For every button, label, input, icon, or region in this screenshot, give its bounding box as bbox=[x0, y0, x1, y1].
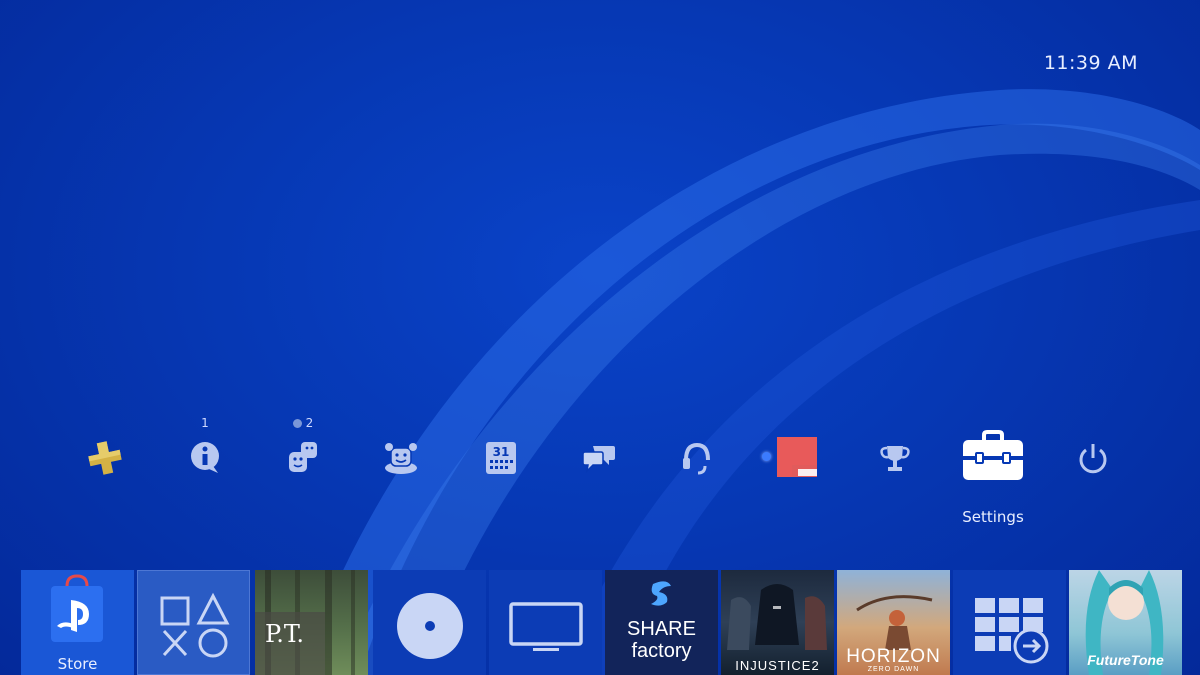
function-item-profile[interactable] bbox=[760, 410, 830, 510]
settings-label: Settings bbox=[962, 508, 1024, 526]
function-bar: 1 2 31 Settings bbox=[0, 410, 1200, 530]
horizon-subtitle: ZERO DAWN bbox=[867, 666, 920, 673]
share-factory-title-1: SHARE bbox=[627, 618, 696, 640]
messages-icon bbox=[582, 446, 615, 474]
clock: 11:39 AM bbox=[1043, 52, 1138, 74]
tv-icon bbox=[509, 602, 583, 651]
function-item-power[interactable] bbox=[1058, 410, 1128, 510]
calendar-icon: 31 bbox=[486, 442, 516, 474]
tile-library[interactable] bbox=[137, 570, 250, 675]
injustice-title: INJUSTICE2 bbox=[735, 658, 820, 673]
pt-title: P.T. bbox=[265, 620, 305, 648]
tile-share-factory[interactable]: SHARE factory bbox=[605, 570, 718, 675]
tile-disc[interactable] bbox=[373, 570, 486, 675]
tile-tv-video[interactable] bbox=[489, 570, 602, 675]
trophy-icon bbox=[880, 446, 910, 471]
tile-miku[interactable]: FutureTone bbox=[1069, 570, 1182, 675]
disc-icon bbox=[397, 593, 463, 659]
calendar-day-label: 31 bbox=[493, 445, 510, 459]
function-item-notifications[interactable]: 1 bbox=[170, 410, 240, 510]
function-item-friends[interactable]: 2 bbox=[268, 410, 338, 510]
toolbox-icon bbox=[963, 430, 1023, 480]
ps-shapes-icon bbox=[160, 592, 230, 658]
friends-count-badge: 2 bbox=[268, 416, 338, 430]
function-item-events[interactable]: 31 bbox=[466, 410, 536, 510]
tile-apps[interactable] bbox=[953, 570, 1066, 675]
function-item-party[interactable] bbox=[366, 410, 436, 510]
function-item-party-voice[interactable] bbox=[662, 410, 732, 510]
horizon-title: HORIZON bbox=[846, 646, 941, 667]
tile-store[interactable]: Store bbox=[21, 570, 134, 675]
tile-pt[interactable]: P.T. bbox=[255, 570, 368, 675]
store-label: Store bbox=[57, 655, 98, 673]
apps-grid-icon bbox=[975, 598, 1049, 664]
notification-count-badge: 1 bbox=[201, 416, 209, 430]
function-item-messages[interactable] bbox=[564, 410, 634, 510]
tile-injustice-2[interactable]: INJUSTICE2 bbox=[721, 570, 834, 675]
avatar bbox=[777, 437, 817, 477]
info-bubble-icon bbox=[191, 442, 219, 473]
power-icon bbox=[1079, 444, 1107, 474]
function-item-ps-plus[interactable] bbox=[70, 410, 140, 510]
ps-plus-icon bbox=[88, 441, 122, 475]
share-factory-title-2: factory bbox=[631, 640, 692, 662]
party-icon bbox=[385, 443, 417, 474]
friends-icon bbox=[289, 442, 317, 472]
content-row: Store P.T. SHARE factory INJUSTICE2 HORI… bbox=[0, 570, 1200, 675]
headset-icon bbox=[683, 442, 710, 475]
tile-horizon[interactable]: HORIZON ZERO DAWN bbox=[837, 570, 950, 675]
miku-title: FutureTone bbox=[1087, 652, 1164, 668]
function-item-trophies[interactable] bbox=[860, 410, 930, 510]
function-item-settings[interactable]: Settings bbox=[958, 410, 1028, 526]
online-status-dot bbox=[762, 452, 771, 461]
